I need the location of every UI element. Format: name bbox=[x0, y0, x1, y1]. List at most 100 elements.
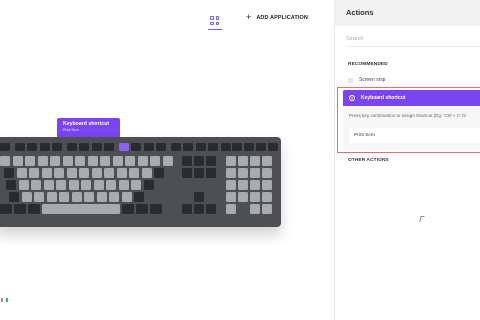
numpad-key[interactable] bbox=[262, 168, 272, 178]
keyboard-key[interactable] bbox=[122, 204, 134, 214]
keyboard-key[interactable] bbox=[4, 168, 14, 178]
keyboard-key[interactable] bbox=[170, 143, 181, 151]
keyboard-key[interactable] bbox=[56, 180, 66, 190]
numpad-key[interactable] bbox=[238, 192, 248, 202]
keyboard-key[interactable] bbox=[91, 143, 102, 151]
numpad-key[interactable] bbox=[238, 180, 248, 190]
keyboard-key[interactable] bbox=[66, 168, 77, 178]
numpad-key[interactable] bbox=[250, 156, 260, 166]
numpad-key[interactable] bbox=[238, 168, 248, 178]
keyboard-key[interactable] bbox=[118, 180, 129, 190]
keyboard-key[interactable] bbox=[93, 180, 104, 190]
keyboard-key[interactable] bbox=[68, 180, 79, 190]
keyboard-key[interactable] bbox=[46, 192, 57, 202]
keyboard-key[interactable] bbox=[0, 143, 10, 151]
keyboard-key[interactable] bbox=[143, 143, 154, 151]
numpad-key[interactable] bbox=[250, 192, 260, 202]
keyboard-key[interactable] bbox=[154, 168, 164, 178]
keyboard-key[interactable] bbox=[137, 156, 148, 166]
keyboard-key[interactable] bbox=[100, 156, 110, 166]
keyboard-key[interactable] bbox=[84, 192, 94, 202]
keyboard-key[interactable] bbox=[81, 180, 91, 190]
numpad-key[interactable] bbox=[250, 180, 260, 190]
keyboard-key[interactable] bbox=[52, 143, 62, 151]
keyboard-key[interactable] bbox=[206, 168, 216, 178]
add-application-button[interactable]: + ADD APPLICATION bbox=[246, 13, 308, 22]
keyboard-key[interactable] bbox=[112, 156, 123, 166]
keyboard-key[interactable] bbox=[104, 143, 114, 151]
keyboard-key[interactable] bbox=[206, 156, 216, 166]
numpad-key[interactable] bbox=[262, 156, 272, 166]
numpad-key[interactable] bbox=[226, 156, 236, 166]
keyboard-key[interactable] bbox=[34, 192, 44, 202]
keyboard-key[interactable] bbox=[66, 143, 77, 151]
spacebar-key[interactable] bbox=[42, 204, 120, 214]
keyboard-key[interactable] bbox=[21, 192, 32, 202]
keyboard-key[interactable] bbox=[194, 204, 204, 214]
keyboard-key[interactable] bbox=[116, 168, 127, 178]
numpad-key[interactable] bbox=[262, 204, 272, 214]
keyboard-key[interactable] bbox=[256, 143, 266, 151]
keyboard-key[interactable] bbox=[206, 204, 216, 214]
keyboard-key[interactable] bbox=[27, 143, 37, 151]
keyboard-key[interactable] bbox=[79, 168, 89, 178]
keyboard-key[interactable] bbox=[79, 143, 89, 151]
key-assignment-tooltip[interactable]: Keyboard shortcut Print Scrn bbox=[57, 118, 120, 138]
keyboard-key[interactable] bbox=[195, 143, 206, 151]
keyboard-key[interactable] bbox=[208, 143, 218, 151]
search-input[interactable]: Search bbox=[346, 36, 480, 47]
keyboard-key[interactable] bbox=[150, 204, 162, 214]
keyboard-key[interactable] bbox=[6, 180, 16, 190]
keyboard-key[interactable] bbox=[16, 168, 27, 178]
keyboard-key[interactable] bbox=[268, 143, 278, 151]
keyboard-key[interactable] bbox=[244, 143, 254, 151]
numpad-key[interactable] bbox=[238, 156, 248, 166]
keyboard-key[interactable] bbox=[0, 156, 10, 166]
keyboard-key[interactable] bbox=[91, 168, 102, 178]
keyboard-key[interactable] bbox=[50, 156, 60, 166]
keyboard-key[interactable] bbox=[39, 143, 50, 151]
numpad-key[interactable] bbox=[226, 192, 236, 202]
keyboard-key[interactable] bbox=[37, 156, 48, 166]
grid-view-icon[interactable] bbox=[210, 16, 220, 26]
keyboard-key[interactable] bbox=[0, 204, 12, 214]
keyboard-key[interactable] bbox=[71, 192, 82, 202]
keyboard-key[interactable] bbox=[12, 156, 23, 166]
keyboard-key[interactable] bbox=[18, 180, 29, 190]
keyboard-key[interactable] bbox=[14, 204, 26, 214]
keyboard-key[interactable] bbox=[194, 156, 204, 166]
keyboard-key[interactable] bbox=[183, 143, 193, 151]
keyboard-key[interactable] bbox=[31, 180, 41, 190]
keyboard-key[interactable] bbox=[143, 180, 154, 190]
keyboard-key[interactable] bbox=[194, 168, 204, 178]
keyboard-key[interactable] bbox=[182, 204, 192, 214]
keyboard-key[interactable] bbox=[104, 168, 114, 178]
keyboard-key-selected[interactable] bbox=[118, 143, 129, 151]
shortcut-input[interactable]: Print Scrn bbox=[349, 128, 480, 143]
keyboard-key[interactable] bbox=[54, 168, 64, 178]
numpad-key[interactable] bbox=[250, 204, 260, 214]
keyboard-key[interactable] bbox=[75, 156, 85, 166]
keyboard-key[interactable] bbox=[156, 143, 166, 151]
keyboard-key[interactable] bbox=[136, 204, 148, 214]
action-item-screen-snip[interactable]: Screen snip bbox=[348, 77, 385, 83]
keyboard-key[interactable] bbox=[182, 168, 192, 178]
numpad-key[interactable] bbox=[262, 180, 272, 190]
keyboard-key[interactable] bbox=[129, 168, 139, 178]
keyboard-key[interactable] bbox=[125, 156, 135, 166]
keyboard-key[interactable] bbox=[141, 168, 152, 178]
keyboard-key[interactable] bbox=[29, 168, 39, 178]
numpad-key[interactable] bbox=[262, 192, 272, 202]
keyboard-key[interactable] bbox=[162, 156, 173, 166]
keyboard-key[interactable] bbox=[28, 204, 40, 214]
keyboard-key[interactable] bbox=[109, 192, 119, 202]
keyboard-key[interactable] bbox=[14, 143, 25, 151]
keyboard-key[interactable] bbox=[131, 180, 141, 190]
keyboard-key[interactable] bbox=[182, 156, 192, 166]
radio-selected-icon[interactable] bbox=[349, 95, 355, 101]
keyboard-key[interactable] bbox=[25, 156, 35, 166]
keyboard-key[interactable] bbox=[41, 168, 52, 178]
keyboard-key[interactable] bbox=[131, 143, 141, 151]
keyboard-key[interactable] bbox=[87, 156, 98, 166]
keyboard-key[interactable] bbox=[9, 192, 19, 202]
